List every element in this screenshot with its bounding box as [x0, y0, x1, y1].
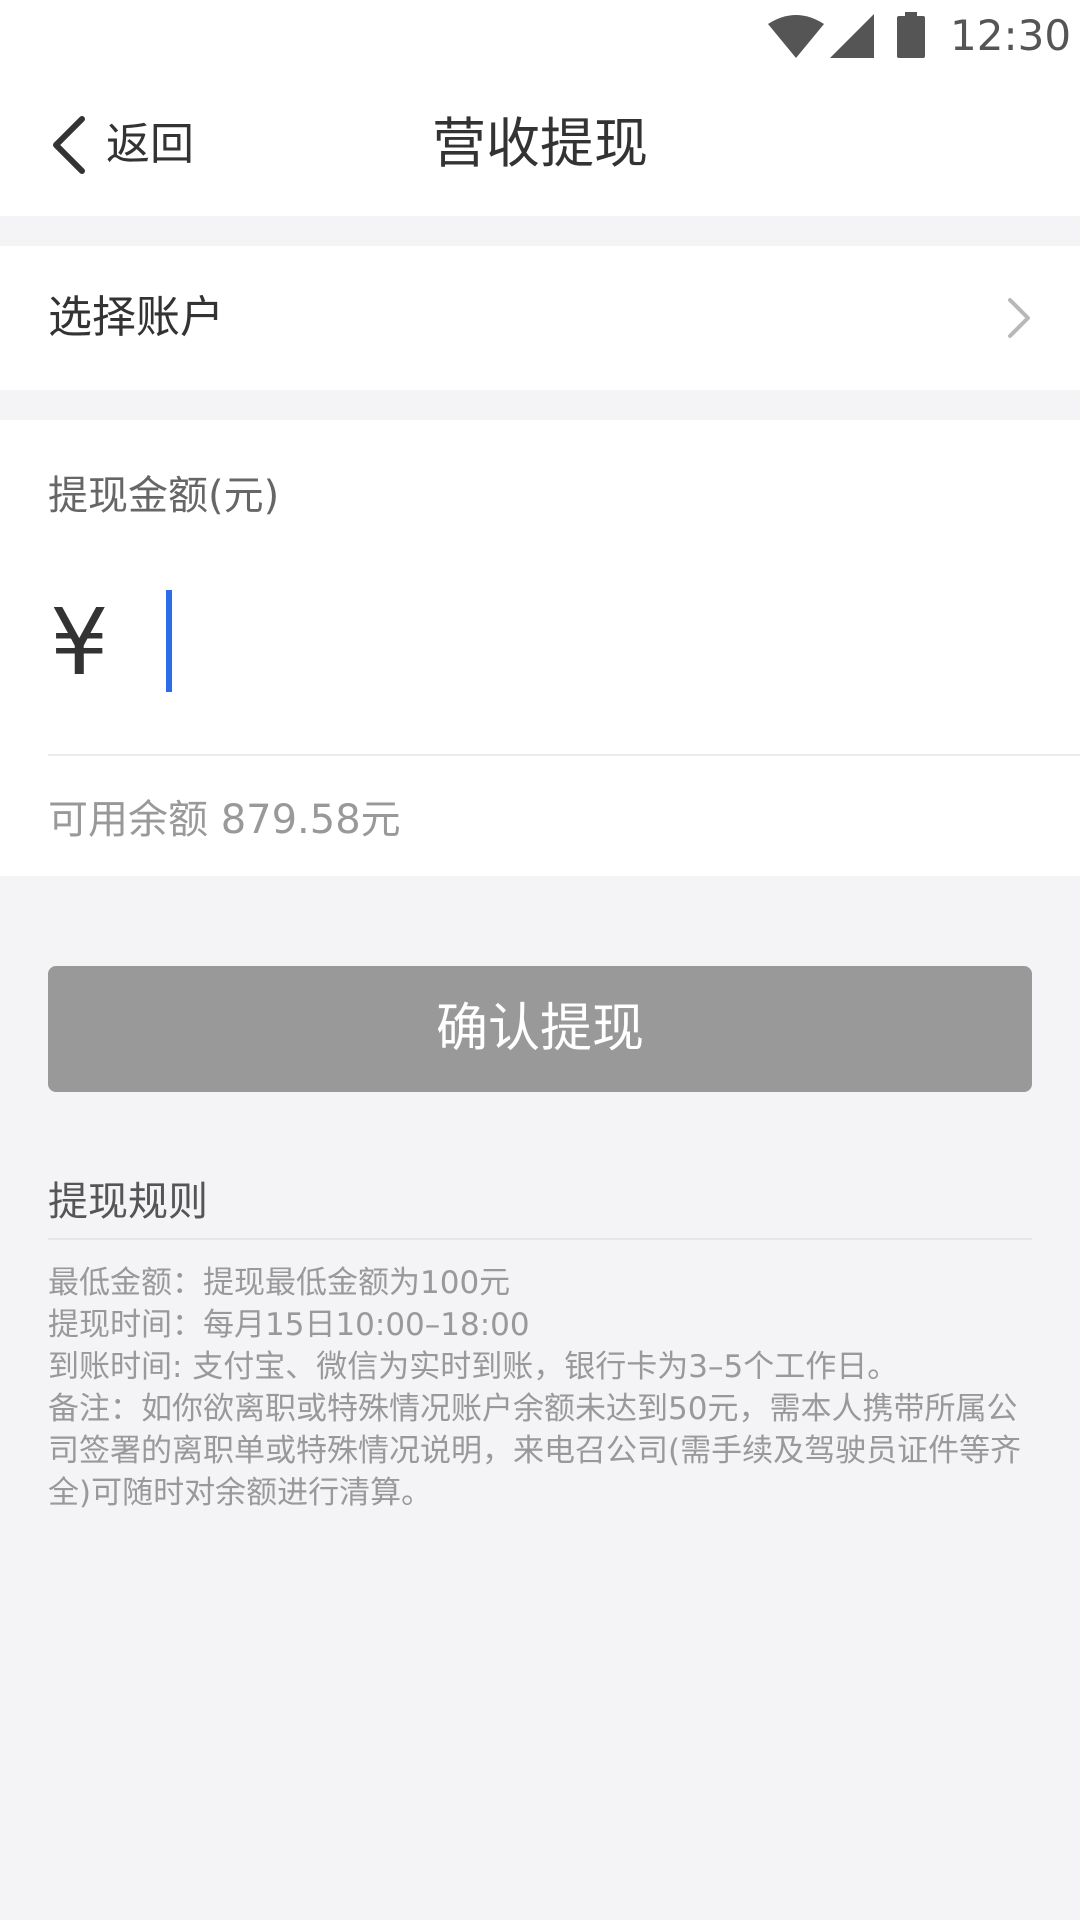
- back-button[interactable]: 返回: [48, 110, 194, 180]
- currency-symbol: ¥: [50, 589, 109, 696]
- select-account-row[interactable]: 选择账户: [0, 246, 1080, 390]
- rule-line: 最低金额：提现最低金额为100元: [48, 1265, 511, 1301]
- amount-divider: [48, 754, 1080, 756]
- available-balance: 可用余额 879.58元: [48, 797, 401, 843]
- status-time: 12:30: [950, 11, 1072, 60]
- battery-icon: [897, 12, 925, 62]
- confirm-withdraw-button[interactable]: 确认提现: [48, 966, 1032, 1092]
- amount-section: 提现金额(元) ¥ 可用余额 879.58元: [0, 420, 1080, 876]
- chevron-left-icon: [48, 115, 88, 175]
- signal-icon: [830, 14, 874, 62]
- rules-title: 提现规则: [48, 1179, 208, 1225]
- back-label: 返回: [106, 119, 194, 170]
- amount-input[interactable]: [150, 590, 1030, 700]
- rule-line: 提现时间：每月15日10:00–18:00: [48, 1307, 530, 1343]
- select-account-label: 选择账户: [48, 292, 224, 343]
- rule-line: 到账时间: 支付宝、微信为实时到账，银行卡为3–5个工作日。: [48, 1349, 899, 1385]
- rule-line: 备注：如你欲离职或特殊情况账户余额未达到50元，需本人携带所属公司签署的离职单或…: [48, 1391, 1022, 1511]
- rules-divider: [48, 1238, 1032, 1240]
- status-bar: 12:30: [0, 0, 1080, 72]
- chevron-right-icon: [1004, 296, 1034, 344]
- navigation-bar: 返回 营收提现: [0, 72, 1080, 216]
- amount-label: 提现金额(元): [48, 473, 280, 519]
- wifi-icon: [768, 14, 824, 62]
- rules-body: 最低金额：提现最低金额为100元 提现时间：每月15日10:00–18:00 到…: [48, 1262, 1032, 1514]
